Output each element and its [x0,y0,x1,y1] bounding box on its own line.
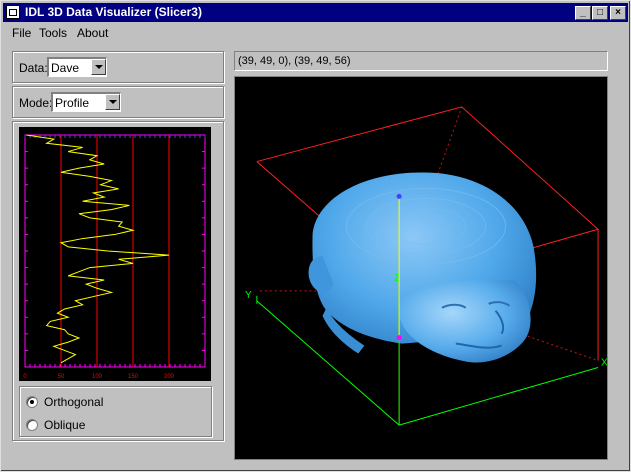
orthogonal-label[interactable]: Orthogonal [44,395,103,409]
close-button[interactable]: × [610,6,626,20]
menu-about[interactable]: About [77,26,108,40]
coordinate-text: (39, 49, 0), (39, 49, 56) [238,55,351,67]
app-window: IDL 3D Data Visualizer (Slicer3) _ □ × F… [0,0,631,472]
probe-start-point[interactable] [396,193,402,199]
window-title: IDL 3D Data Visualizer (Slicer3) [25,5,202,19]
orientation-group: Orthogonal Oblique [19,386,212,437]
data-select-value: Dave [51,61,80,75]
mode-label: Mode: [19,96,53,110]
orthogonal-radio[interactable] [26,396,38,408]
probe-end-point[interactable] [396,335,402,341]
menu-bar: File Tools About [3,23,628,42]
x-axis-label: X [601,357,608,368]
x-tick-label: 100 [92,374,103,380]
maximize-button[interactable]: □ [592,6,608,20]
menu-tools[interactable]: Tools [39,26,67,40]
x-tick-label: 50 [58,374,65,380]
x-tick-label: 0 [23,374,27,380]
data-panel: Data: Dave [12,51,224,83]
x-tick-label: 200 [164,374,175,380]
oblique-label[interactable]: Oblique [44,418,85,432]
data-select[interactable]: Dave [47,57,107,77]
mode-select-value: Profile [55,96,90,110]
volume-view[interactable]: Y Z X [234,76,608,460]
mode-select[interactable]: Profile [51,92,121,112]
menu-file[interactable]: File [12,26,31,40]
coordinate-readout: (39, 49, 0), (39, 49, 56) [234,51,608,71]
profile-panel: 0 50 100 150 200 Orthogonal Oblique [12,121,224,441]
app-icon[interactable] [6,5,20,19]
head-volume [308,172,537,363]
chevron-down-icon[interactable] [105,94,120,110]
oblique-radio[interactable] [26,419,38,431]
profile-plot[interactable]: 0 50 100 150 200 [19,127,211,381]
profile-line [26,134,170,364]
title-bar[interactable]: IDL 3D Data Visualizer (Slicer3) _ □ × [3,3,628,22]
y-axis-label: Y [245,290,252,301]
minimize-button[interactable]: _ [575,6,591,20]
chevron-down-icon[interactable] [91,59,106,75]
x-tick-label: 150 [128,374,139,380]
data-label: Data: [19,61,48,75]
mode-panel: Mode: Profile [12,86,224,118]
